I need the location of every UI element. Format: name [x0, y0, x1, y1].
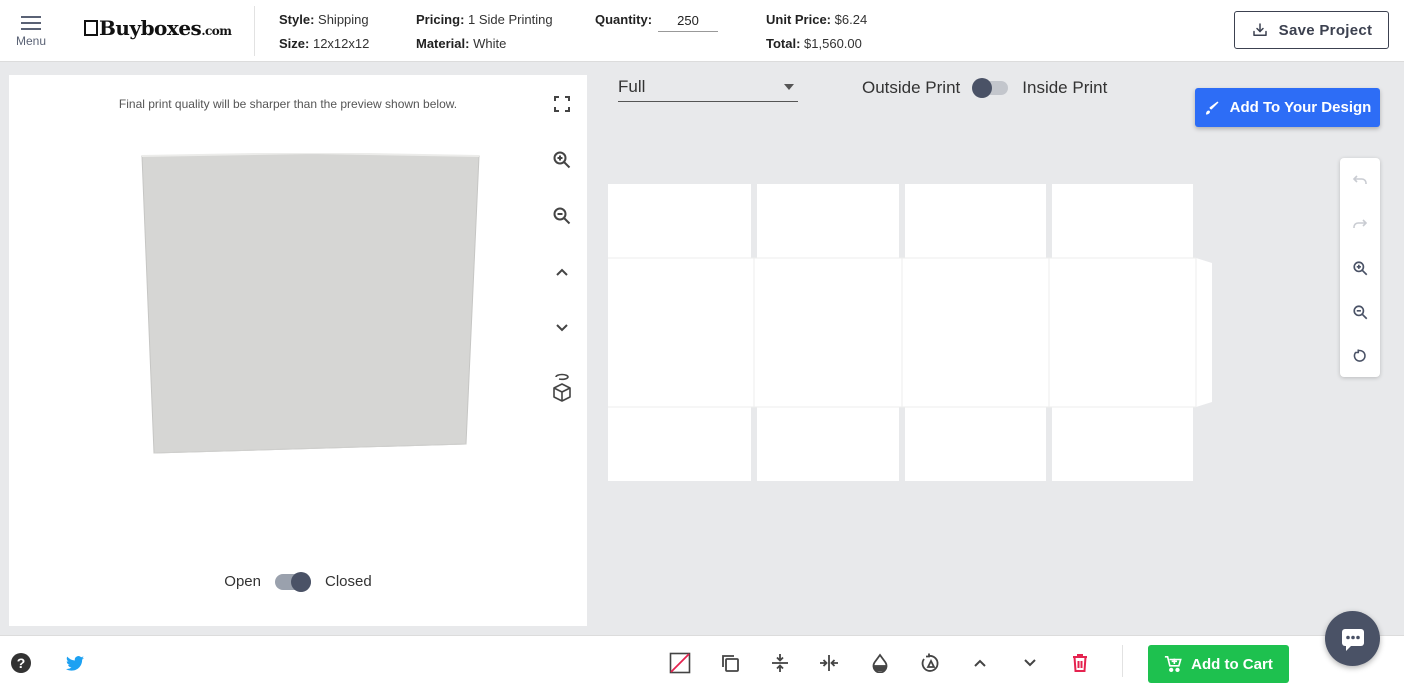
duplicate-icon[interactable] [719, 652, 741, 674]
bottom-flap-2 [757, 407, 899, 481]
undo-icon[interactable] [1349, 169, 1371, 191]
redo-icon[interactable] [1349, 213, 1371, 235]
canvas-tools-panel [1340, 158, 1380, 377]
side-panel-2 [754, 258, 902, 407]
send-backward-icon[interactable] [1019, 652, 1041, 674]
help-icon[interactable]: ? [10, 652, 32, 674]
bottom-flap-3 [905, 407, 1046, 481]
svg-text:?: ? [17, 655, 26, 671]
delete-icon[interactable] [1069, 652, 1091, 674]
footer-divider [1122, 645, 1123, 677]
top-flap-1 [608, 184, 751, 258]
bottom-flap-4 [1052, 407, 1193, 481]
chat-icon [1341, 628, 1364, 651]
reset-icon[interactable] [1349, 345, 1371, 367]
box-dieline-canvas[interactable] [0, 0, 1404, 684]
rotate-icon[interactable] [919, 652, 941, 674]
zoom-in-icon[interactable] [1349, 257, 1371, 279]
twitter-icon[interactable] [64, 652, 86, 674]
align-horizontal-center-icon[interactable] [818, 652, 840, 674]
zoom-out-icon[interactable] [1349, 301, 1371, 323]
align-vertical-center-icon[interactable] [769, 652, 791, 674]
opacity-icon[interactable] [869, 652, 891, 674]
top-flap-3 [905, 184, 1046, 258]
chat-button[interactable] [1325, 611, 1380, 666]
bottom-flap-1 [608, 407, 751, 481]
bring-forward-icon[interactable] [969, 652, 991, 674]
side-panel-4 [1049, 258, 1196, 407]
no-fill-icon[interactable] [669, 652, 691, 674]
glue-flap [1196, 258, 1212, 407]
top-flap-2 [757, 184, 899, 258]
bottom-toolbar: ? Add to Cart [0, 635, 1404, 684]
top-flap-4 [1052, 184, 1193, 258]
side-panel-1 [608, 258, 754, 407]
cart-icon [1165, 655, 1182, 673]
side-panel-3 [902, 258, 1049, 407]
add-to-cart-button[interactable]: Add to Cart [1148, 645, 1289, 683]
add-to-cart-label: Add to Cart [1191, 655, 1273, 673]
